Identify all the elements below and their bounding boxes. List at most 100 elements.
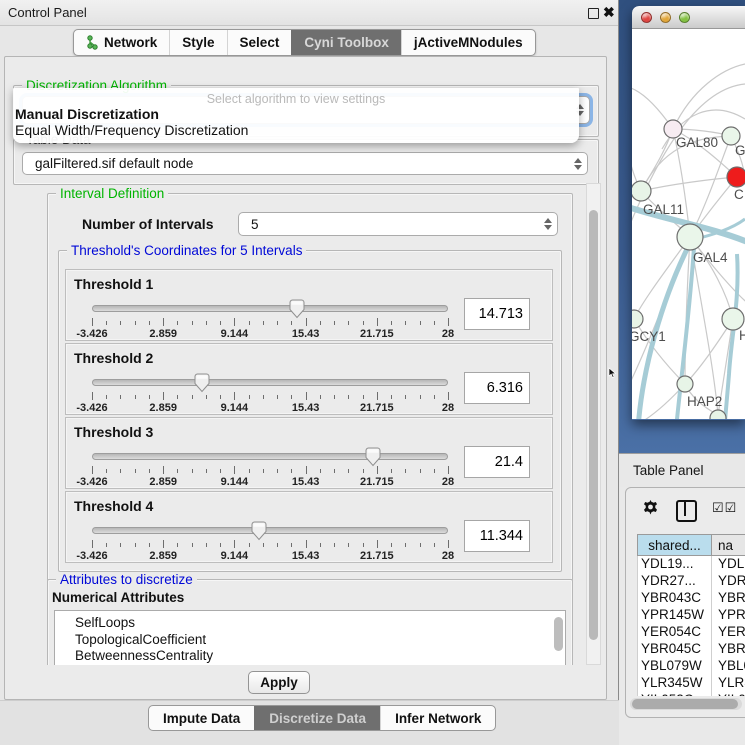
network-graph[interactable]: GAL80GACGAL11GAL4GCY1HHAP2 — [632, 29, 745, 419]
tick-mark — [106, 543, 107, 547]
threshold-slider[interactable]: -3.4262.8599.14415.4321.71528 — [92, 298, 448, 342]
top-tab-bar: Network Style Select Cyni Toolbox jActiv… — [73, 29, 536, 56]
cell-name[interactable]: YER0 — [712, 624, 745, 641]
tab-style[interactable]: Style — [169, 30, 226, 55]
close-icon[interactable]: ✖ — [603, 4, 615, 21]
slider-thumb[interactable] — [251, 521, 267, 541]
tab-infer-network[interactable]: Infer Network — [380, 706, 495, 730]
cell-shared-name[interactable]: YER054C — [638, 624, 712, 641]
cell-name[interactable]: YDR2 — [712, 573, 745, 590]
mac-close-button[interactable] — [641, 12, 652, 23]
threshold-slider[interactable]: -3.4262.8599.14415.4321.71528 — [92, 446, 448, 490]
tick-label: 15.43 — [292, 550, 320, 562]
attribute-list-item[interactable]: BetweennessCentrality — [55, 648, 565, 665]
tab-select[interactable]: Select — [227, 30, 292, 55]
numerical-attributes-list[interactable]: SelfLoopsTopologicalCoefficientBetweenne… — [54, 610, 566, 665]
network-node-c[interactable] — [727, 167, 745, 187]
table-row[interactable]: YDR27...YDR2 — [638, 573, 745, 590]
table-row[interactable]: YDL19...YDL1 — [638, 556, 745, 573]
cell-shared-name[interactable]: YPR145W — [638, 607, 712, 624]
table-row[interactable]: YER054CYER0 — [638, 624, 745, 641]
slider-track[interactable] — [92, 379, 448, 386]
dropdown-option-manual[interactable]: Manual Discretization — [13, 106, 579, 122]
threshold-label: Threshold 3 — [74, 424, 544, 440]
slider-track[interactable] — [92, 305, 448, 312]
slider-tick-labels: -3.4262.8599.14415.4321.71528 — [92, 328, 448, 340]
cell-shared-name[interactable]: YLR345W — [638, 675, 712, 692]
select-columns-icon[interactable]: ☑☑ — [712, 500, 737, 516]
cell-name[interactable]: YBR0 — [712, 641, 745, 658]
table-horizontal-scrollbar[interactable] — [630, 698, 742, 710]
scrollbar-thumb[interactable] — [632, 699, 738, 709]
number-of-intervals-combobox[interactable]: 5 — [238, 212, 558, 236]
float-window-icon[interactable] — [588, 8, 599, 19]
table-data-combobox[interactable]: galFiltered.sif default node — [22, 152, 588, 175]
tick-mark — [434, 395, 435, 399]
tick-mark — [348, 395, 349, 399]
tick-mark — [234, 392, 235, 400]
cell-shared-name[interactable]: YBR045C — [638, 641, 712, 658]
network-node-h[interactable] — [722, 308, 744, 330]
table-row[interactable]: YBL079WYBL0 — [638, 658, 745, 675]
attribute-list-item[interactable]: TopologicalCoefficient — [55, 632, 565, 649]
cell-shared-name[interactable]: YDR27... — [638, 573, 712, 590]
apply-button[interactable]: Apply — [248, 671, 310, 694]
cell-name[interactable]: YBL0 — [712, 658, 745, 675]
tick-mark — [149, 469, 150, 473]
cell-name[interactable]: YIL0 — [712, 692, 745, 696]
tick-mark — [234, 318, 235, 326]
network-view-window[interactable]: GAL80GACGAL11GAL4GCY1HHAP2 — [632, 6, 745, 420]
slider-thumb[interactable] — [194, 373, 210, 393]
settings-vertical-scrollbar[interactable] — [586, 183, 601, 665]
cell-name[interactable]: YLR3 — [712, 675, 745, 692]
network-node-gal4[interactable] — [677, 224, 703, 250]
slider-track[interactable] — [92, 527, 448, 534]
cell-shared-name[interactable]: YIL052C — [638, 692, 712, 696]
tick-mark — [220, 321, 221, 325]
mac-minimize-button[interactable] — [660, 12, 671, 23]
list-scrollbar-thumb[interactable] — [554, 617, 563, 651]
tab-network[interactable]: Network — [74, 30, 169, 55]
split-panel-icon[interactable] — [676, 500, 697, 522]
settings-gear-icon[interactable] — [642, 499, 659, 521]
table-row[interactable]: YIL052CYIL0 — [638, 692, 745, 696]
network-node-gcy1[interactable] — [632, 310, 643, 328]
tick-mark — [92, 466, 93, 474]
slider-thumb[interactable] — [289, 299, 305, 319]
slider-thumb[interactable] — [365, 447, 381, 467]
table-row[interactable]: YLR345WYLR3 — [638, 675, 745, 692]
column-header-name[interactable]: na — [712, 535, 745, 555]
cell-name[interactable]: YBR0 — [712, 590, 745, 607]
column-header-shared-name[interactable]: shared... — [638, 535, 712, 555]
attribute-list-item[interactable]: SelfLoops — [55, 615, 565, 632]
threshold-value-field[interactable] — [464, 372, 530, 404]
table-row[interactable]: YPR145WYPR1 — [638, 607, 745, 624]
network-window-titlebar[interactable] — [632, 6, 745, 29]
cell-name[interactable]: YDL1 — [712, 556, 745, 573]
tab-discretize-data[interactable]: Discretize Data — [254, 706, 380, 730]
cell-name[interactable]: YPR1 — [712, 607, 745, 624]
mac-zoom-button[interactable] — [679, 12, 690, 23]
threshold-value-field[interactable] — [464, 446, 530, 478]
tab-impute-data[interactable]: Impute Data — [149, 706, 254, 730]
dropdown-option-equal-width[interactable]: Equal Width/Frequency Discretization — [13, 122, 579, 138]
cyni-toolbox-panel: Discretization Algorithm Select algorith… — [4, 56, 607, 700]
threshold-value-field[interactable] — [464, 298, 530, 330]
network-canvas[interactable]: GAL80GACGAL11GAL4GCY1HHAP2 — [632, 29, 745, 419]
threshold-value-field[interactable] — [464, 520, 530, 552]
tab-jactivemnodules[interactable]: jActiveMNodules — [401, 30, 535, 55]
slider-track[interactable] — [92, 453, 448, 460]
cell-shared-name[interactable]: YBL079W — [638, 658, 712, 675]
node-label: C — [734, 187, 744, 202]
scrollbar-thumb[interactable] — [589, 210, 598, 640]
threshold-slider[interactable]: -3.4262.8599.14415.4321.71528 — [92, 520, 448, 564]
threshold-slider[interactable]: -3.4262.8599.14415.4321.71528 — [92, 372, 448, 416]
table-row[interactable]: YBR043CYBR0 — [638, 590, 745, 607]
tab-cyni-toolbox[interactable]: Cyni Toolbox — [291, 30, 401, 55]
cell-shared-name[interactable]: YBR043C — [638, 590, 712, 607]
network-node-hap2[interactable] — [677, 376, 693, 392]
network-node-gal11[interactable] — [632, 181, 651, 201]
cell-shared-name[interactable]: YDL19... — [638, 556, 712, 573]
slider-tick-labels: -3.4262.8599.14415.4321.71528 — [92, 550, 448, 562]
table-row[interactable]: YBR045CYBR0 — [638, 641, 745, 658]
